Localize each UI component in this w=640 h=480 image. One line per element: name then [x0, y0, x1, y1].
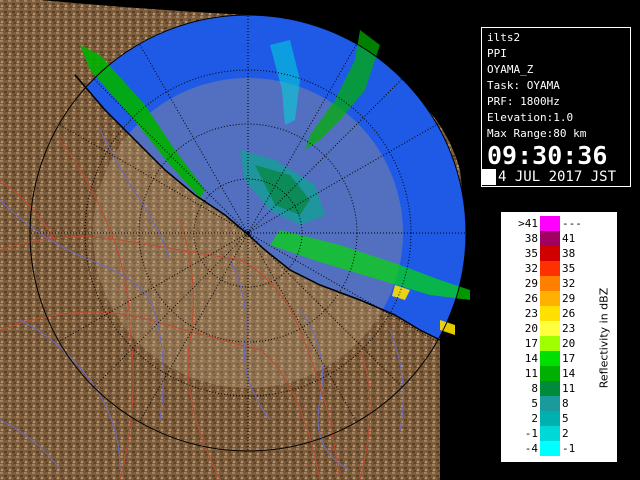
legend-lower-bound: 23: [524, 307, 538, 320]
radar-ppi-map: [0, 0, 478, 480]
legend-upper-bound: -1: [562, 442, 576, 455]
legend-swatch: [540, 396, 560, 411]
legend-upper-bound: 38: [562, 247, 576, 260]
legend-upper-bound: 5: [562, 412, 569, 425]
side-panel: ilts2 PPI OYAMA_Z Task: OYAMA PRF: 1800H…: [478, 0, 640, 480]
reflectivity-legend: >41 --- 38 41 35 38 32 35 29 32 26 29 23 26 20 23 17 20 14…: [501, 212, 617, 462]
scan-info-box: ilts2 PPI OYAMA_Z Task: OYAMA PRF: 1800H…: [481, 27, 631, 187]
legend-upper-bound: ---: [562, 217, 582, 230]
legend-row: >41 ---: [502, 216, 602, 231]
legend-lower-bound: -1: [524, 427, 538, 440]
legend-lower-bound: 29: [524, 277, 538, 290]
legend-row: -1 2: [502, 426, 602, 441]
legend-row: -4 -1: [502, 441, 602, 456]
legend-lower-bound: -4: [524, 442, 538, 455]
legend-swatch: [540, 276, 560, 291]
legend-upper-bound: 17: [562, 352, 576, 365]
product-name: ilts2: [487, 31, 521, 44]
legend-row: 8 11: [502, 381, 602, 396]
legend-upper-bound: 2: [562, 427, 569, 440]
radar-display[interactable]: [0, 0, 478, 480]
legend-upper-bound: 11: [562, 382, 576, 395]
radar-site-marker: [246, 231, 250, 235]
legend-lower-bound: 35: [524, 247, 538, 260]
legend-upper-bound: 32: [562, 277, 576, 290]
scan-type: PPI: [487, 47, 507, 60]
legend-row: 32 35: [502, 261, 602, 276]
legend-lower-bound: 14: [524, 352, 538, 365]
scan-time: 09:30:36: [487, 141, 608, 170]
legend-lower-bound: 11: [524, 367, 538, 380]
legend-row: 25: [502, 411, 602, 426]
legend-upper-bound: 35: [562, 262, 576, 275]
legend-lower-bound: >41: [518, 217, 538, 230]
legend-swatch: [540, 441, 560, 456]
legend-swatch: [540, 231, 560, 246]
legend-upper-bound: 8: [562, 397, 569, 410]
legend-row: 38 41: [502, 231, 602, 246]
site-name: OYAMA_Z: [487, 63, 534, 76]
task-name: Task: OYAMA: [487, 79, 560, 92]
legend-swatch: [540, 351, 560, 366]
legend-upper-bound: 14: [562, 367, 576, 380]
legend-lower-bound: 26: [524, 292, 538, 305]
legend-lower-bound: 38: [524, 232, 538, 245]
legend-lower-bound: 8: [531, 382, 538, 395]
prf-value: PRF: 1800Hz: [487, 95, 560, 108]
elevation-value: Elevation:1.0: [487, 111, 574, 124]
legend-swatch: [540, 246, 560, 261]
legend-row: 58: [502, 396, 602, 411]
legend-lower-bound: 32: [524, 262, 538, 275]
legend-swatch: [540, 366, 560, 381]
legend-row: 17 20: [502, 336, 602, 351]
legend-swatch: [540, 336, 560, 351]
legend-unit-label-container: Reflectivity in dBZ: [594, 225, 614, 450]
scan-date-bar: 4 JUL 2017 JST: [482, 169, 630, 185]
legend-swatch: [540, 261, 560, 276]
legend-unit-label: Reflectivity in dBZ: [597, 287, 611, 388]
legend-upper-bound: 41: [562, 232, 576, 245]
legend-row: 29 32: [502, 276, 602, 291]
legend-upper-bound: 29: [562, 292, 576, 305]
legend-lower-bound: 2: [531, 412, 538, 425]
legend-row: 23 26: [502, 306, 602, 321]
legend-swatch: [540, 216, 560, 231]
legend-swatch: [540, 411, 560, 426]
max-range-value: Max Range:80 km: [487, 127, 587, 140]
legend-swatch: [540, 321, 560, 336]
legend-swatch: [540, 306, 560, 321]
legend-swatch: [540, 291, 560, 306]
legend-upper-bound: 20: [562, 337, 576, 350]
legend-upper-bound: 26: [562, 307, 576, 320]
legend-lower-bound: 17: [524, 337, 538, 350]
legend-row: 35 38: [502, 246, 602, 261]
scan-date: 4 JUL 2017 JST: [496, 169, 630, 185]
legend-upper-bound: 23: [562, 322, 576, 335]
legend-row: 14 17: [502, 351, 602, 366]
legend-swatch: [540, 381, 560, 396]
legend-lower-bound: 5: [531, 397, 538, 410]
legend-row: 20 23: [502, 321, 602, 336]
legend-swatch: [540, 426, 560, 441]
legend-row: 11 14: [502, 366, 602, 381]
legend-lower-bound: 20: [524, 322, 538, 335]
legend-row: 26 29: [502, 291, 602, 306]
